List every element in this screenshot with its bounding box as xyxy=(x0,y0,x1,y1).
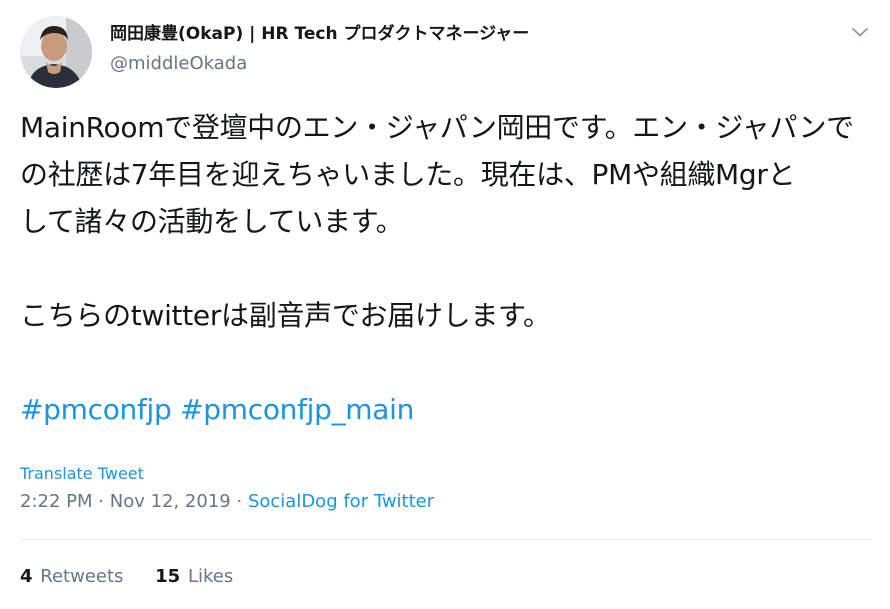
tweet-card: 岡田康豊(OkaP) | HR Tech プロダクトマネージャー @middle… xyxy=(0,0,890,609)
likes-label: Likes xyxy=(187,566,234,587)
author-display-name[interactable]: 岡田康豊(OkaP) | HR Tech プロダクトマネージャー xyxy=(110,22,529,46)
tweet-stats: 4 Retweets 15 Likes xyxy=(20,565,259,589)
translate-tweet-link[interactable]: Translate Tweet xyxy=(20,464,144,483)
tweet-time[interactable]: 2:22 PM xyxy=(20,491,93,512)
divider xyxy=(20,539,872,540)
retweets-label: Retweets xyxy=(40,566,124,587)
tweet-text-line: の社歴は7年目を迎えちゃいました。現在は、PMや組織Mgrと xyxy=(20,158,796,191)
tweet-text-line: MainRoomで登壇中のエン・ジャパン岡田です。エン・ジャパンで xyxy=(20,111,854,144)
likes-count: 15 xyxy=(155,566,181,587)
meta-separator: · xyxy=(98,491,104,512)
retweets-count: 4 xyxy=(20,566,33,587)
tweet-source-link[interactable]: SocialDog for Twitter xyxy=(248,491,434,512)
tweet-date[interactable]: Nov 12, 2019 xyxy=(110,491,231,512)
hashtag-link[interactable]: #pmconfjp xyxy=(20,393,172,426)
hashtag-link[interactable]: #pmconfjp_main xyxy=(180,393,414,426)
avatar[interactable] xyxy=(20,16,92,88)
tweet-text-line: して諸々の活動をしています。 xyxy=(20,205,404,238)
retweets-stat[interactable]: 4 Retweets xyxy=(20,565,123,589)
likes-stat[interactable]: 15 Likes xyxy=(155,565,233,589)
hashtag-line: #pmconfjp #pmconfjp_main xyxy=(20,386,875,433)
chevron-down-icon[interactable] xyxy=(848,20,872,44)
author-handle[interactable]: @middleOkada xyxy=(110,52,247,76)
tweet-metadata: 2:22 PM · Nov 12, 2019 · SocialDog for T… xyxy=(20,490,434,514)
avatar-photo-icon xyxy=(20,16,92,88)
tweet-text: MainRoomで登壇中のエン・ジャパン岡田です。エン・ジャパンで の社歴は7年… xyxy=(20,104,875,433)
meta-separator: · xyxy=(236,491,243,512)
tweet-text-line: こちらのtwitterは副音声でお届けします。 xyxy=(20,299,551,332)
